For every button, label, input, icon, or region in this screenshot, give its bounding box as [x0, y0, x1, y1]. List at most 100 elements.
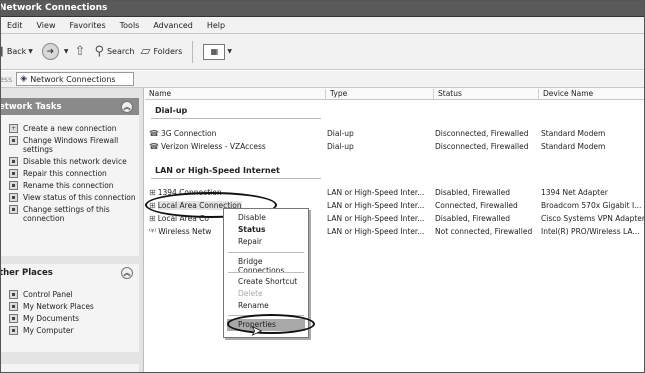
table-row[interactable]: ☎ 3G Connection Dial-up Disconnected, Fir… [145, 128, 644, 140]
row-name: 3G Connection [160, 129, 217, 138]
task-label: Rename this connection [23, 181, 114, 190]
row-status: Disabled, Firewalled [435, 188, 511, 197]
title-bar[interactable]: Network Connections [1, 1, 644, 17]
connections-list: Name Type Status Device Name Dial-up ☎ 3G… [145, 88, 645, 372]
folders-button[interactable]: ▱ Folders [140, 44, 182, 59]
row-name: Wireless Netw [158, 227, 212, 236]
menu-item-create-shortcut[interactable]: Create Shortcut [238, 277, 297, 286]
place-my-computer[interactable]: ▪ My Computer [1, 325, 139, 337]
menu-bar: Edit View Favorites Tools Advanced Help [1, 17, 644, 34]
menu-tools[interactable]: Tools [113, 21, 147, 30]
column-header-row: Name Type Status Device Name [145, 88, 644, 100]
search-icon: ⚲ [94, 44, 104, 59]
address-value: Network Connections [30, 74, 116, 84]
task-rename-connection[interactable]: ▪ Rename this connection [1, 180, 139, 192]
chevron-down-icon[interactable]: ▼ [28, 48, 33, 55]
toolbar-separator [188, 40, 197, 63]
back-button[interactable]: ◖ Back ▼ [1, 44, 33, 59]
repair-icon: ▪ [9, 169, 18, 178]
row-status: Connected, Firewalled [435, 201, 518, 210]
table-row[interactable]: ⁽ᵠ⁾ Wireless Netw LAN or High-Speed Inter… [145, 226, 644, 238]
up-folder-button[interactable]: ⇧ [75, 44, 89, 59]
column-status[interactable]: Status [433, 89, 462, 99]
collapse-icon[interactable]: ︽ [121, 266, 133, 279]
menu-item-repair[interactable]: Repair [238, 237, 262, 246]
place-control-panel[interactable]: ▪ Control Panel [1, 289, 139, 301]
control-panel-icon: ▪ [9, 290, 18, 299]
address-label: ess [0, 74, 13, 84]
network-tasks-title: etwork Tasks [0, 101, 62, 112]
folder-icon: ▱ [140, 44, 151, 59]
menu-separator [228, 272, 304, 273]
row-status: Disconnected, Firewalled [435, 142, 529, 151]
task-label: Create a new connection [23, 124, 117, 133]
column-device-name[interactable]: Device Name [538, 89, 593, 99]
row-type: LAN or High-Speed Inter... [327, 227, 425, 236]
other-places-header[interactable]: ther Places ︽ [1, 264, 139, 281]
place-label: Control Panel [23, 290, 73, 299]
network-connections-icon: ◈ [20, 74, 28, 84]
search-button[interactable]: ⚲ Search [94, 44, 134, 59]
row-status: Disconnected, Firewalled [435, 129, 529, 138]
forward-button[interactable]: ➜ ▼ [39, 43, 69, 60]
row-type: LAN or High-Speed Inter... [327, 188, 425, 197]
mouse-pointer-icon: ➤ [251, 324, 263, 340]
task-disable-device[interactable]: ▪ Disable this network device [1, 156, 139, 168]
menu-help[interactable]: Help [200, 21, 232, 30]
place-my-network-places[interactable]: ▪ My Network Places [1, 301, 139, 313]
back-label: Back [6, 47, 27, 56]
row-type: Dial-up [327, 129, 354, 138]
task-label: Change settings of this connection [23, 205, 110, 223]
row-device: Cisco Systems VPN Adapter [541, 214, 645, 223]
task-change-firewall[interactable]: ▪ Change Windows Firewall settings [1, 135, 139, 156]
settings-icon: ▪ [9, 205, 18, 214]
address-field[interactable]: ◈ Network Connections [16, 72, 135, 86]
up-folder-icon: ⇧ [74, 44, 86, 59]
chevron-down-icon[interactable]: ▼ [64, 48, 69, 55]
menu-advanced[interactable]: Advanced [146, 21, 200, 30]
menu-view[interactable]: View [30, 21, 63, 30]
task-label: Change Windows Firewall settings [23, 136, 119, 154]
task-change-settings[interactable]: ▪ Change settings of this connection [1, 204, 139, 225]
network-places-icon: ▪ [9, 302, 18, 311]
task-repair-connection[interactable]: ▪ Repair this connection [1, 168, 139, 180]
row-status: Not connected, Firewalled [435, 227, 533, 236]
menu-item-rename[interactable]: Rename [238, 301, 269, 310]
column-type[interactable]: Type [325, 89, 347, 99]
task-label: Repair this connection [23, 169, 107, 178]
group-divider [151, 178, 321, 179]
group-divider [151, 118, 321, 119]
disable-device-icon: ▪ [9, 157, 18, 166]
menu-item-status[interactable]: Status [238, 225, 265, 234]
task-view-status[interactable]: ▪ View status of this connection [1, 192, 139, 204]
details-panel-stub [1, 364, 139, 372]
views-button[interactable]: ▦ ▼ [203, 43, 232, 60]
new-connection-icon: + [9, 124, 18, 133]
table-row[interactable]: ☎ Verizon Wireless - VZAccess Dial-up Dis… [145, 141, 644, 153]
address-bar: ess ◈ Network Connections [1, 71, 644, 88]
menu-item-disable[interactable]: Disable [238, 213, 266, 222]
details-header[interactable] [1, 364, 139, 372]
documents-icon: ▪ [9, 314, 18, 323]
dialup-icon: ☎ [149, 129, 159, 138]
task-pane: etwork Tasks ︽ + Create a new connection … [1, 88, 144, 372]
folders-label: Folders [153, 47, 183, 56]
row-type: LAN or High-Speed Inter... [327, 214, 425, 223]
menu-favorites[interactable]: Favorites [62, 21, 112, 30]
other-places-title: ther Places [0, 267, 53, 278]
chevron-down-icon[interactable]: ▼ [227, 48, 232, 55]
task-create-connection[interactable]: + Create a new connection [1, 123, 139, 135]
column-name[interactable]: Name [145, 89, 171, 99]
row-device: Intel(R) PRO/Wireless LA... [541, 227, 640, 236]
collapse-icon[interactable]: ︽ [121, 100, 133, 113]
row-type: Dial-up [327, 142, 354, 151]
rename-icon: ▪ [9, 181, 18, 190]
search-label: Search [106, 47, 135, 56]
firewall-icon: ▪ [9, 136, 18, 145]
network-tasks-header[interactable]: etwork Tasks ︽ [1, 98, 139, 115]
place-my-documents[interactable]: ▪ My Documents [1, 313, 139, 325]
computer-icon: ▪ [9, 326, 18, 335]
task-label: Disable this network device [23, 157, 127, 166]
menu-edit[interactable]: Edit [1, 21, 30, 30]
row-status: Disabled, Firewalled [435, 214, 511, 223]
